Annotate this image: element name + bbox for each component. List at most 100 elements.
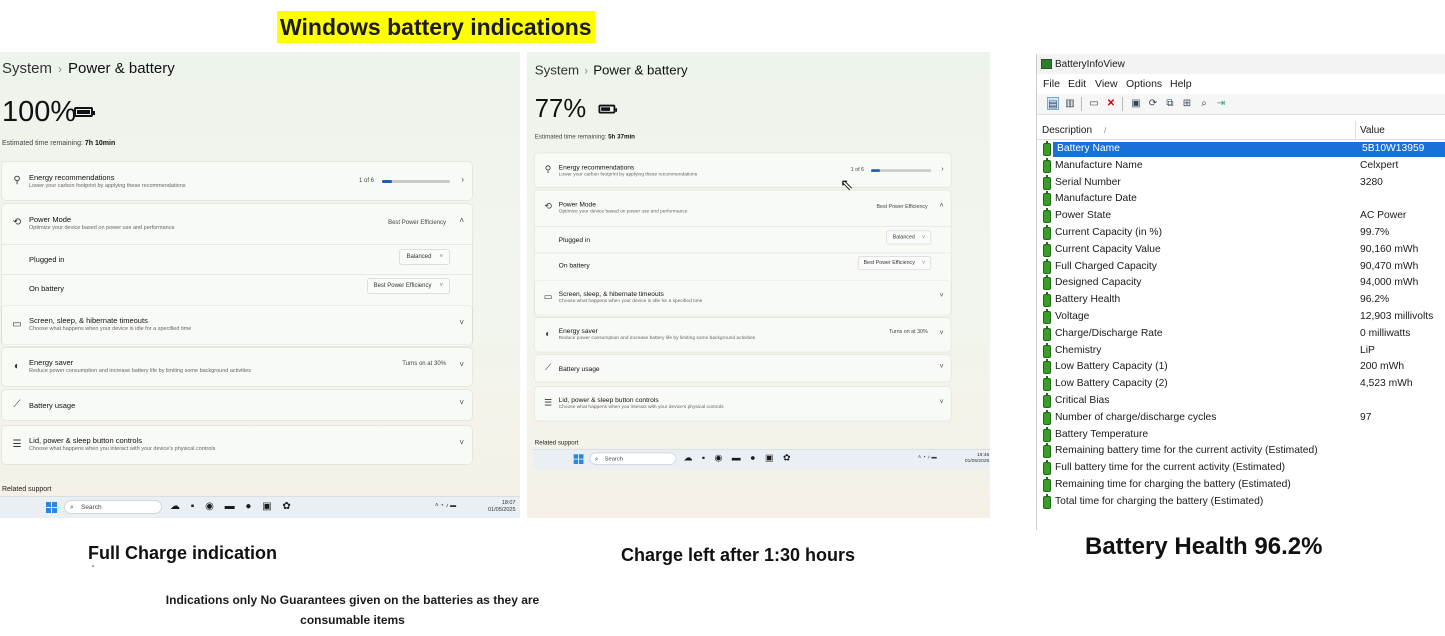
properties-icon[interactable]: ▭ <box>1088 97 1100 110</box>
windows-start-icon[interactable] <box>573 454 584 464</box>
list-item[interactable]: Current Capacity Value 90,160 mWh <box>1037 241 1445 259</box>
taskbar-search[interactable]: ⌕ Search <box>589 452 677 465</box>
html-report-icon[interactable]: ⊞ <box>1181 97 1193 110</box>
list-item[interactable]: Chemistry LiP <box>1037 342 1445 360</box>
chevron-down-icon[interactable]: ˅ <box>459 318 464 327</box>
list-item[interactable]: Battery Temperature <box>1037 426 1445 444</box>
energy-saver-card[interactable]: ◐ Energy saver Reduce power consumption … <box>2 348 472 386</box>
delete-icon[interactable]: ✕ <box>1105 97 1117 110</box>
column-value[interactable]: Value <box>1360 125 1385 136</box>
taskbar-app-icons[interactable]: ☁ ▪ ◉ ▬ ● ▣ ✿ <box>683 453 793 463</box>
list-item[interactable]: Remaining time for charging the battery … <box>1037 477 1445 494</box>
item-value: 5B10W13959 <box>1362 143 1425 154</box>
on-battery-dropdown[interactable]: Best Power Efficiency ˅ <box>366 278 450 294</box>
battery-log-view-icon[interactable]: ▥ <box>1064 97 1076 110</box>
chevron-right-icon[interactable]: › <box>941 165 943 173</box>
breadcrumb-system[interactable]: System <box>2 60 52 77</box>
chevron-down-icon[interactable]: ˅ <box>459 438 464 447</box>
copy-icon[interactable]: ⧉ <box>1164 97 1176 110</box>
item-value: LiP <box>1360 344 1375 356</box>
energy-recommendations-card[interactable]: ⚲ Energy recommendations Lower your carb… <box>2 162 472 200</box>
card-subtitle: Optimize your device based on power use … <box>29 225 175 231</box>
on-battery-label: On battery <box>558 261 590 270</box>
battery-usage-card[interactable]: ⟋ Battery usage ˅ <box>534 355 951 382</box>
list-item[interactable]: Remaining battery time for the current a… <box>1037 443 1445 460</box>
energy-saver-icon: ◐ <box>13 361 21 372</box>
chevron-down-icon[interactable]: ˅ <box>940 362 944 370</box>
energy-recommendations-card[interactable]: ⚲ Energy recommendations Lower your carb… <box>534 153 951 187</box>
battery-info-view-icon[interactable]: ▤ <box>1047 97 1059 110</box>
find-icon[interactable]: ⌕ <box>1198 97 1210 110</box>
item-description: Charge/Discharge Rate <box>1055 327 1163 339</box>
list-item[interactable]: Power State AC Power <box>1037 208 1445 225</box>
card-title: Energy saver <box>558 326 598 335</box>
menu-help[interactable]: Help <box>1170 78 1192 90</box>
menu-view[interactable]: View <box>1095 78 1118 90</box>
item-description: Chemistry <box>1055 344 1102 356</box>
item-description: Full battery time for the current activi… <box>1055 462 1286 474</box>
plugged-in-dropdown[interactable]: Balanced ˅ <box>886 230 932 245</box>
breadcrumb-system[interactable]: System <box>535 63 579 78</box>
chevron-down-icon[interactable]: ˅ <box>940 398 944 406</box>
chevron-down-icon[interactable]: ˅ <box>940 329 944 337</box>
screen-sleep-card[interactable]: ▭ Screen, sleep, & hibernate timeouts Ch… <box>2 306 472 344</box>
list-item[interactable]: Low Battery Capacity (1) 200 mWh <box>1037 359 1445 376</box>
plugged-in-label: Plugged in <box>29 255 65 264</box>
lid-power-card[interactable]: ☰ Lid, power & sleep button controls Cho… <box>2 426 472 464</box>
chevron-up-icon[interactable]: ˄ <box>459 216 464 225</box>
lid-power-card[interactable]: ☰ Lid, power & sleep button controls Cho… <box>534 386 951 421</box>
item-description: Remaining time for charging the battery … <box>1055 479 1291 490</box>
related-support[interactable]: Related support <box>2 486 51 493</box>
list-item[interactable]: Battery Health 96.2% <box>1037 292 1445 309</box>
list-item[interactable]: Serial Number 3280 <box>1037 174 1445 192</box>
list-item[interactable]: Designed Capacity 94,000 mWh <box>1037 275 1445 292</box>
toolbar: ▤ ▥ ▭ ✕ ▣ ⟳ ⧉ ⊞ ⌕ ⇥ <box>1037 94 1445 115</box>
battery-usage-card[interactable]: ⟋ Battery usage ˅ <box>2 390 472 420</box>
menu-edit[interactable]: Edit <box>1068 78 1086 90</box>
menu-options[interactable]: Options <box>1126 78 1162 90</box>
exit-icon[interactable]: ⇥ <box>1215 97 1227 110</box>
list-item[interactable]: Manufacture Name Celxpert <box>1037 157 1445 175</box>
chevron-right-icon[interactable]: › <box>461 175 464 184</box>
save-icon[interactable]: ▣ <box>1130 97 1142 110</box>
list-item[interactable]: Charge/Discharge Rate 0 milliwatts <box>1037 325 1445 343</box>
breadcrumb-power-battery: Power & battery <box>593 63 688 79</box>
item-description: Current Capacity Value <box>1055 243 1161 255</box>
list-item[interactable]: Full battery time for the current activi… <box>1037 460 1445 477</box>
list-item[interactable]: Manufacture Date <box>1037 191 1445 208</box>
chart-icon: ⟋ <box>544 363 552 373</box>
chevron-down-icon[interactable]: ˅ <box>459 360 464 369</box>
on-battery-dropdown[interactable]: Best Power Efficiency ˅ <box>857 256 932 271</box>
system-tray[interactable]: ˄ ◔ ♪ ▬ <box>435 503 456 509</box>
chevron-down-icon[interactable]: ˅ <box>459 398 464 407</box>
system-tray[interactable]: ˄ ◔ ♪ ▬ <box>918 455 937 460</box>
list-item[interactable]: Critical Bias <box>1037 393 1445 410</box>
chevron-down-icon[interactable]: ˅ <box>940 291 944 299</box>
chevron-up-icon[interactable]: ˄ <box>940 201 944 209</box>
caption-full-charge: Full Charge indication <box>88 543 278 563</box>
card-subtitle: Reduce power consumption and increase ba… <box>558 335 756 341</box>
list-item[interactable]: Number of charge/discharge cycles 97 <box>1037 409 1445 427</box>
related-support[interactable]: Related support <box>535 440 579 446</box>
column-description[interactable]: Description / <box>1042 125 1106 136</box>
taskbar-clock[interactable]: 19:45 01/05/2025 <box>965 452 989 464</box>
list-item[interactable]: Current Capacity (in %) 99.7% <box>1037 225 1445 242</box>
windows-start-icon[interactable] <box>46 502 57 513</box>
list-item[interactable]: Voltage 12,903 millivolts <box>1037 309 1445 326</box>
list-item[interactable]: Low Battery Capacity (2) 4,523 mWh <box>1037 376 1445 393</box>
monitor-icon: ▭ <box>12 319 22 330</box>
taskbar-app-icons[interactable]: ☁ ▪ ◉ ▬ ● ▣ ✿ <box>170 501 295 512</box>
list-header: Description / Value <box>1037 121 1445 140</box>
list-item[interactable]: Total time for charging the battery (Est… <box>1037 493 1445 511</box>
refresh-icon[interactable]: ⟳ <box>1147 97 1159 110</box>
plugged-in-dropdown[interactable]: Balanced ˅ <box>399 249 450 265</box>
plugged-in-label: Plugged in <box>558 235 591 244</box>
screen-sleep-card[interactable]: ▭ Screen, sleep, & hibernate timeouts Ch… <box>534 280 951 315</box>
taskbar-clock[interactable]: 18:07 01/05/2025 <box>488 500 516 514</box>
lid-controls-icon: ☰ <box>544 398 553 409</box>
list-item[interactable]: Full Charged Capacity 90,470 mWh <box>1037 258 1445 276</box>
taskbar-search[interactable]: ⌕ Search <box>64 500 162 514</box>
energy-saver-card[interactable]: ◐ Energy saver Reduce power consumption … <box>534 317 951 352</box>
menu-file[interactable]: File <box>1043 78 1060 90</box>
list-item[interactable]: Battery Name 5B10W13959 <box>1037 141 1445 158</box>
